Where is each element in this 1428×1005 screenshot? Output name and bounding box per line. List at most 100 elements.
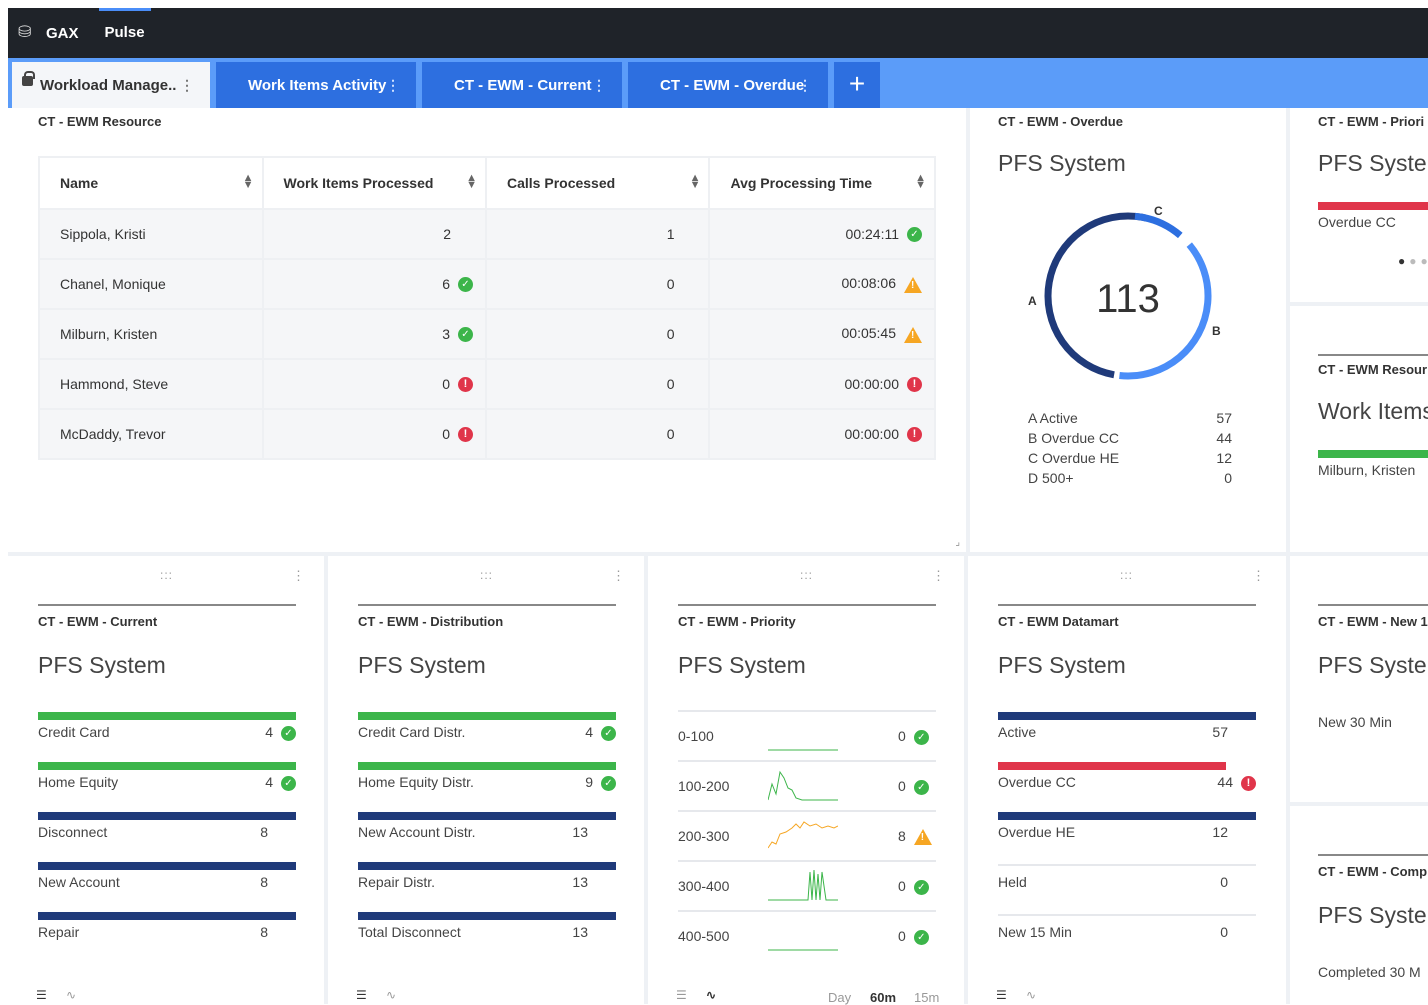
list-item[interactable]: Credit Card Distr. 4 ✓ [358,724,616,741]
list-item[interactable]: Disconnect 8 [38,824,268,840]
widget-menu-icon[interactable]: ⋮ [612,568,625,584]
lock-icon [22,71,35,86]
timeframe-day[interactable]: Day [828,990,851,1005]
timeframe-15m[interactable]: 15m [914,990,939,1005]
resource-table: Name ▲ ▼ Work Items Processed ▲ ▼ Calls Proc… [38,156,936,460]
legend-value: 57 [1216,410,1232,426]
tab-label: Workload Manage.. [40,76,177,94]
donut-label-b: B [1212,324,1221,338]
bar-overdue-he [998,812,1256,820]
tab-menu-icon[interactable]: ⋮ [798,77,812,94]
value: 8 [898,828,906,844]
sort-icon[interactable]: ▲ ▼ [915,173,926,191]
tab-ewm-overdue[interactable]: CT - EWM - Overdue ⋮ [628,62,828,108]
bar-credit-card-distr [358,712,616,720]
tab-workload-manage[interactable]: Workload Manage.. ⋮ [12,62,210,108]
col-header-avg[interactable]: Avg Processing Time ▲ ▼ [708,156,936,210]
row-label: Active [998,724,1037,740]
legend-item: B Overdue CC 44 [1028,430,1232,450]
list-item[interactable]: Active 57 [998,724,1228,740]
col-header-calls[interactable]: Calls Processed ▲ ▼ [484,156,711,210]
legend-value: 12 [1216,450,1232,466]
list-item[interactable]: Total Disconnect 13 [358,924,588,940]
list-item[interactable]: Home Equity Distr. 9 ✓ [358,774,616,791]
divider [998,864,1256,866]
legend-value: 0 [1224,470,1232,486]
timeframe-60m[interactable]: 60m [870,990,896,1005]
header-label: Calls Processed [507,175,616,191]
pager-dots-icon[interactable]: ●●● [1398,254,1428,268]
table-row[interactable]: Sippola, Kristi 2 1 00:24:11 ✓ [38,208,936,260]
sort-icon[interactable]: ▲ ▼ [690,173,701,191]
list-view-icon[interactable]: ☰ [36,988,47,1002]
legend-value: 44 [1216,430,1232,446]
table-row[interactable]: Hammond, Steve 0! 0 00:00:00! [38,358,936,410]
value: 4 [265,724,273,740]
app-header: ⛁ GAX Pulse [8,8,1428,58]
value: 6 [442,275,450,292]
widget-menu-icon[interactable]: ⋮ [1252,568,1265,584]
list-item[interactable]: Repair Distr. 13 [358,874,588,890]
widget-menu-icon[interactable]: ⋮ [292,568,305,584]
list-item[interactable]: Overdue CC 44! [998,774,1256,791]
widget-title: CT - EWM - Current [38,614,158,629]
list-item[interactable]: Repair 8 [38,924,268,940]
list-view-icon[interactable]: ☰ [356,988,367,1002]
row-value: 0 ✓ [898,778,929,795]
list-item[interactable]: Held 0 [998,874,1228,890]
drag-handle-icon[interactable]: ::: [1120,568,1133,582]
value: 0 [898,878,906,894]
tab-menu-icon[interactable]: ⋮ [180,77,194,94]
tab-label: CT - EWM - Current [454,76,592,94]
sparkline-view-icon[interactable]: ∿ [386,988,396,1002]
sparkline-0-100 [768,749,838,751]
system-name: Work Items [1318,398,1428,424]
check-icon: ✓ [913,779,929,795]
app-name[interactable]: GAX [46,25,79,42]
row-label: Credit Card Distr. [358,724,466,740]
table-row[interactable]: Milburn, Kristen 3 ✓ 0 00:05:45 [38,308,936,360]
tab-ewm-current[interactable]: CT - EWM - Current ⋮ [422,62,622,108]
tab-menu-icon[interactable]: ⋮ [592,77,606,94]
bar-disconnect [38,812,296,820]
list-view-icon[interactable]: ☰ [996,988,1007,1002]
sort-icon[interactable]: ▲ ▼ [466,173,477,191]
value: 00:08:06 [841,275,897,292]
list-item[interactable]: New Account Distr. 13 [358,824,588,840]
tab-label: CT - EWM - Overdue [660,76,805,94]
list-view-icon[interactable]: ☰ [676,988,687,1002]
list-item[interactable]: New Account 8 [38,874,268,890]
tab-menu-icon[interactable]: ⋮ [386,77,400,94]
value: 00:05:45 [841,325,897,342]
row-label: Disconnect [38,824,108,840]
widget-menu-icon[interactable]: ⋮ [932,568,945,584]
row-value: 4 ✓ [585,724,616,741]
col-header-items[interactable]: Work Items Processed ▲ ▼ [261,156,488,210]
list-item[interactable]: New 15 Min 0 [998,924,1228,940]
resize-handle-icon[interactable]: ⌟ [955,537,960,548]
sparkline-view-icon[interactable]: ∿ [706,988,716,1002]
add-tab-button[interactable]: + [834,62,880,108]
row-value: 44! [1217,774,1256,791]
bar-new-account-distr [358,812,616,820]
list-item[interactable]: Home Equity 4 ✓ [38,774,296,791]
row-label: Held [998,874,1027,890]
bar-overdue-cc [1318,202,1428,210]
row-value: 0 ✓ [898,928,929,945]
drag-handle-icon[interactable]: ::: [800,568,813,582]
cell-items: 2 [261,208,488,260]
sparkline-view-icon[interactable]: ∿ [1026,988,1036,1002]
table-row[interactable]: Chanel, Monique 6 ✓ 0 00:08:06 [38,258,936,310]
sparkline-view-icon[interactable]: ∿ [66,988,76,1002]
nav-pulse[interactable]: Pulse [98,8,151,58]
bar-green [1318,450,1428,458]
row-label: Home Equity [38,774,119,790]
sort-icon[interactable]: ▲ ▼ [243,173,254,191]
drag-handle-icon[interactable]: ::: [160,568,173,582]
col-header-name[interactable]: Name ▲ ▼ [38,156,264,210]
tab-work-items-activity[interactable]: Work Items Activity ⋮ [216,62,416,108]
drag-handle-icon[interactable]: ::: [480,568,493,582]
list-item[interactable]: Credit Card 4 ✓ [38,724,296,741]
table-row[interactable]: McDaddy, Trevor 0! 0 00:00:00! [38,408,936,460]
list-item[interactable]: Overdue HE 12 [998,824,1228,840]
